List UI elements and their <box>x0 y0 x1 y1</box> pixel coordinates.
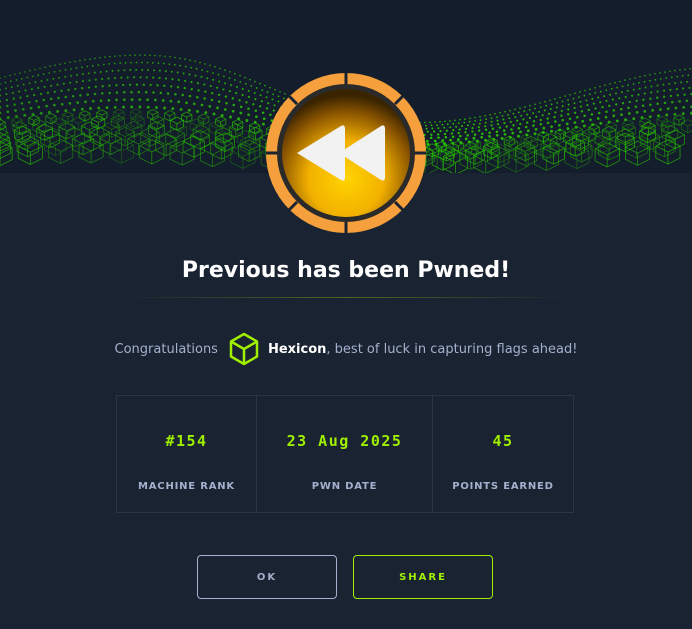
congrats-message: Congratulations Hexicon , best of luck i… <box>0 331 692 367</box>
pwn-date-label: PWN DATE <box>257 481 432 492</box>
ok-button[interactable]: OK <box>197 555 337 599</box>
points-earned-label: POINTS EARNED <box>433 481 573 492</box>
machine-badge <box>265 72 427 234</box>
stat-machine-rank: #154 MACHINE RANK <box>117 396 256 512</box>
points-earned-value: 45 <box>433 432 573 450</box>
rewind-icon <box>265 72 427 234</box>
share-button[interactable]: SHARE <box>353 555 493 599</box>
congrats-suffix: , best of luck in capturing flags ahead! <box>326 342 577 357</box>
stats-panel: #154 MACHINE RANK 23 Aug 2025 PWN DATE 4… <box>116 395 574 513</box>
pwn-date-value: 23 Aug 2025 <box>257 432 432 450</box>
title-divider <box>120 297 572 298</box>
username[interactable]: Hexicon <box>268 342 326 357</box>
congrats-prefix: Congratulations <box>115 342 218 357</box>
stat-points-earned: 45 POINTS EARNED <box>432 396 573 512</box>
machine-rank-label: MACHINE RANK <box>117 481 256 492</box>
stat-pwn-date: 23 Aug 2025 PWN DATE <box>256 396 432 512</box>
page-title: Previous has been Pwned! <box>0 258 692 283</box>
machine-rank-value: #154 <box>117 432 256 450</box>
cube-icon <box>228 332 260 366</box>
